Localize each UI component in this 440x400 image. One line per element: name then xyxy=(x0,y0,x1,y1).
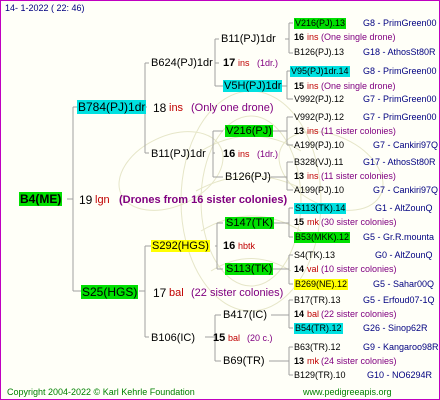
gen4-year: 13 xyxy=(294,356,305,366)
gen1-upper-note: (Only one drone) xyxy=(191,102,274,114)
gen2-queen[interactable]: B624(PJ)1dr xyxy=(151,57,213,69)
gen4-note: (30 sister colonies) xyxy=(321,217,397,227)
breeder-line: G7 - PrimGreen00 xyxy=(363,112,437,122)
site-link[interactable]: www.pedigreeapis.org xyxy=(303,387,392,398)
gen4-note: (11 sister colonies) xyxy=(321,126,396,136)
breeder-line: G10 - NO6294R xyxy=(367,370,433,380)
gen4-parent[interactable]: S4(TK).13 xyxy=(294,250,335,261)
gen4-year: 13 xyxy=(294,171,305,181)
gen3-queen[interactable]: V216(PJ) xyxy=(225,125,273,137)
gen1-lower-year: 17 xyxy=(153,286,167,300)
gen4-parent[interactable]: S113(TK).14 xyxy=(294,203,347,214)
gen2-note: (20 c.) xyxy=(247,333,273,343)
pedigree-frame: 14- 1-2022 ( 22: 46) Copyright 2004-2022… xyxy=(0,0,440,400)
gen4-suffix: mk xyxy=(307,217,319,227)
gen1-lower-note: (22 sister colonies) xyxy=(191,287,284,299)
gen2-note: (1dr.) xyxy=(257,58,279,68)
gen4-suffix: val xyxy=(307,264,319,274)
breeder-line: G5 - Sahar00Q xyxy=(373,279,435,289)
gen4-mother[interactable]: B126(PJ).13 xyxy=(294,47,344,58)
gen2-suffix: ins xyxy=(238,58,250,68)
gen4-year: 16 xyxy=(294,32,305,42)
gen1-upper-year: 18 xyxy=(153,101,167,115)
gen1-upper-suffix: ins xyxy=(169,102,184,114)
breeder-line: G17 - AthosSt80R xyxy=(363,157,436,167)
gen4-suffix: ins xyxy=(307,81,319,91)
gen4-mother[interactable]: A199(PJ).10 xyxy=(294,185,344,196)
gen2-queen[interactable]: S292(HGS) xyxy=(151,240,210,252)
gen2-year: 16 xyxy=(223,148,236,160)
gen1-upper-queen[interactable]: B784(PJ)1dr xyxy=(77,100,147,114)
gen1-lower-suffix: bal xyxy=(169,287,184,299)
gen2-queen[interactable]: B11(PJ)1dr xyxy=(151,148,206,160)
gen4-note: (One single drone) xyxy=(321,32,396,42)
breeder-line: G5 - Gr.R.mounta xyxy=(363,232,435,242)
gen4-parent[interactable]: V95(PJ)1dr.14 xyxy=(290,66,350,77)
breeder-line: G7 - Cankiri97Q xyxy=(373,185,439,195)
gen4-mother[interactable]: B54(TR).12 xyxy=(294,323,343,334)
gen4-year: 14 xyxy=(294,309,305,319)
breeder-line: G9 - Kangaroo98R xyxy=(363,342,439,352)
breeder-line: G8 - PrimGreen00 xyxy=(363,18,437,28)
gen4-parent[interactable]: B17(TR).13 xyxy=(294,295,341,306)
gen2-queen[interactable]: B106(IC) xyxy=(151,332,195,344)
gen4-year: 14 xyxy=(294,264,305,274)
report-date: 14- 1-2022 ( 22: 46) xyxy=(5,3,85,13)
gen3-queen[interactable]: S147(TK) xyxy=(225,217,275,229)
gen2-note: (1dr.) xyxy=(257,149,279,159)
gen4-mother[interactable]: B269(NE).12 xyxy=(294,279,349,290)
copyright-text: Copyright 2004-2022 © Karl Kehrle Founda… xyxy=(7,387,195,397)
gen4-suffix: ins xyxy=(307,32,319,42)
gen4-parent[interactable]: B63(TR).12 xyxy=(294,342,341,353)
gen4-parent[interactable]: V216(PJ).13 xyxy=(294,18,347,29)
gen4-year: 15 xyxy=(294,217,305,227)
breeder-line: G26 - Sinop62R xyxy=(363,323,428,333)
gen1-lower-queen[interactable]: S25(HGS) xyxy=(81,285,139,299)
gen4-year: 13 xyxy=(294,126,305,136)
gen3-queen[interactable]: S113(TK) xyxy=(225,263,274,275)
gen4-mother[interactable]: B129(TR).10 xyxy=(294,370,346,381)
breeder-line: G0 - AltZounQ xyxy=(375,250,433,260)
breeder-line: G7 - PrimGreen00 xyxy=(363,94,437,104)
gen4-note: (10 sister colonies) xyxy=(321,264,397,274)
breeder-line: G5 - Erfoud07-1Q xyxy=(363,295,435,305)
gen2-suffix: hbtk xyxy=(238,241,256,251)
gen4-note: (24 sister colonies) xyxy=(321,356,397,366)
breeder-line: G8 - PrimGreen00 xyxy=(363,66,437,76)
gen4-suffix: ins xyxy=(307,171,319,181)
gen4-note: (22 sister colonies) xyxy=(321,309,397,319)
breeder-line: G18 - AthosSt80R xyxy=(363,47,436,57)
gen3-queen[interactable]: B69(TR) xyxy=(223,355,265,367)
root-suffix: lgn xyxy=(95,194,110,206)
gen3-queen[interactable]: B417(IC) xyxy=(223,309,267,321)
breeder-line: G7 - Cankiri97Q xyxy=(373,140,439,150)
gen2-year: 15 xyxy=(213,332,226,344)
gen3-queen[interactable]: B11(PJ)1dr xyxy=(221,33,276,45)
root-year: 19 xyxy=(79,193,93,207)
gen4-year: 15 xyxy=(294,81,305,91)
gen4-note: (11 sister colonies) xyxy=(321,171,396,181)
gen2-suffix: bal xyxy=(228,333,241,343)
gen2-suffix: ins xyxy=(238,149,250,159)
gen4-note: (One single drone) xyxy=(321,81,396,91)
gen4-suffix: bal xyxy=(307,309,320,319)
root-queen[interactable]: B4(ME) xyxy=(19,192,63,206)
breeder-line: G1 - AltZounQ xyxy=(375,203,433,213)
gen2-year: 17 xyxy=(223,57,236,69)
gen2-year: 16 xyxy=(223,240,236,252)
gen4-mother[interactable]: B53(MKK).12 xyxy=(294,232,351,243)
gen4-parent[interactable]: V992(PJ).12 xyxy=(294,112,344,123)
gen4-mother[interactable]: V992(PJ).12 xyxy=(294,94,344,105)
gen4-suffix: mk xyxy=(307,356,319,366)
gen3-queen[interactable]: V5H(PJ)1dr xyxy=(223,80,283,92)
gen4-parent[interactable]: B328(VJ).11 xyxy=(294,157,343,168)
gen3-queen[interactable]: B126(PJ) xyxy=(225,171,271,183)
root-note: (Drones from 16 sister colonies) xyxy=(119,194,288,206)
gen4-suffix: ins xyxy=(307,126,319,136)
gen4-mother[interactable]: A199(PJ).10 xyxy=(294,140,344,151)
